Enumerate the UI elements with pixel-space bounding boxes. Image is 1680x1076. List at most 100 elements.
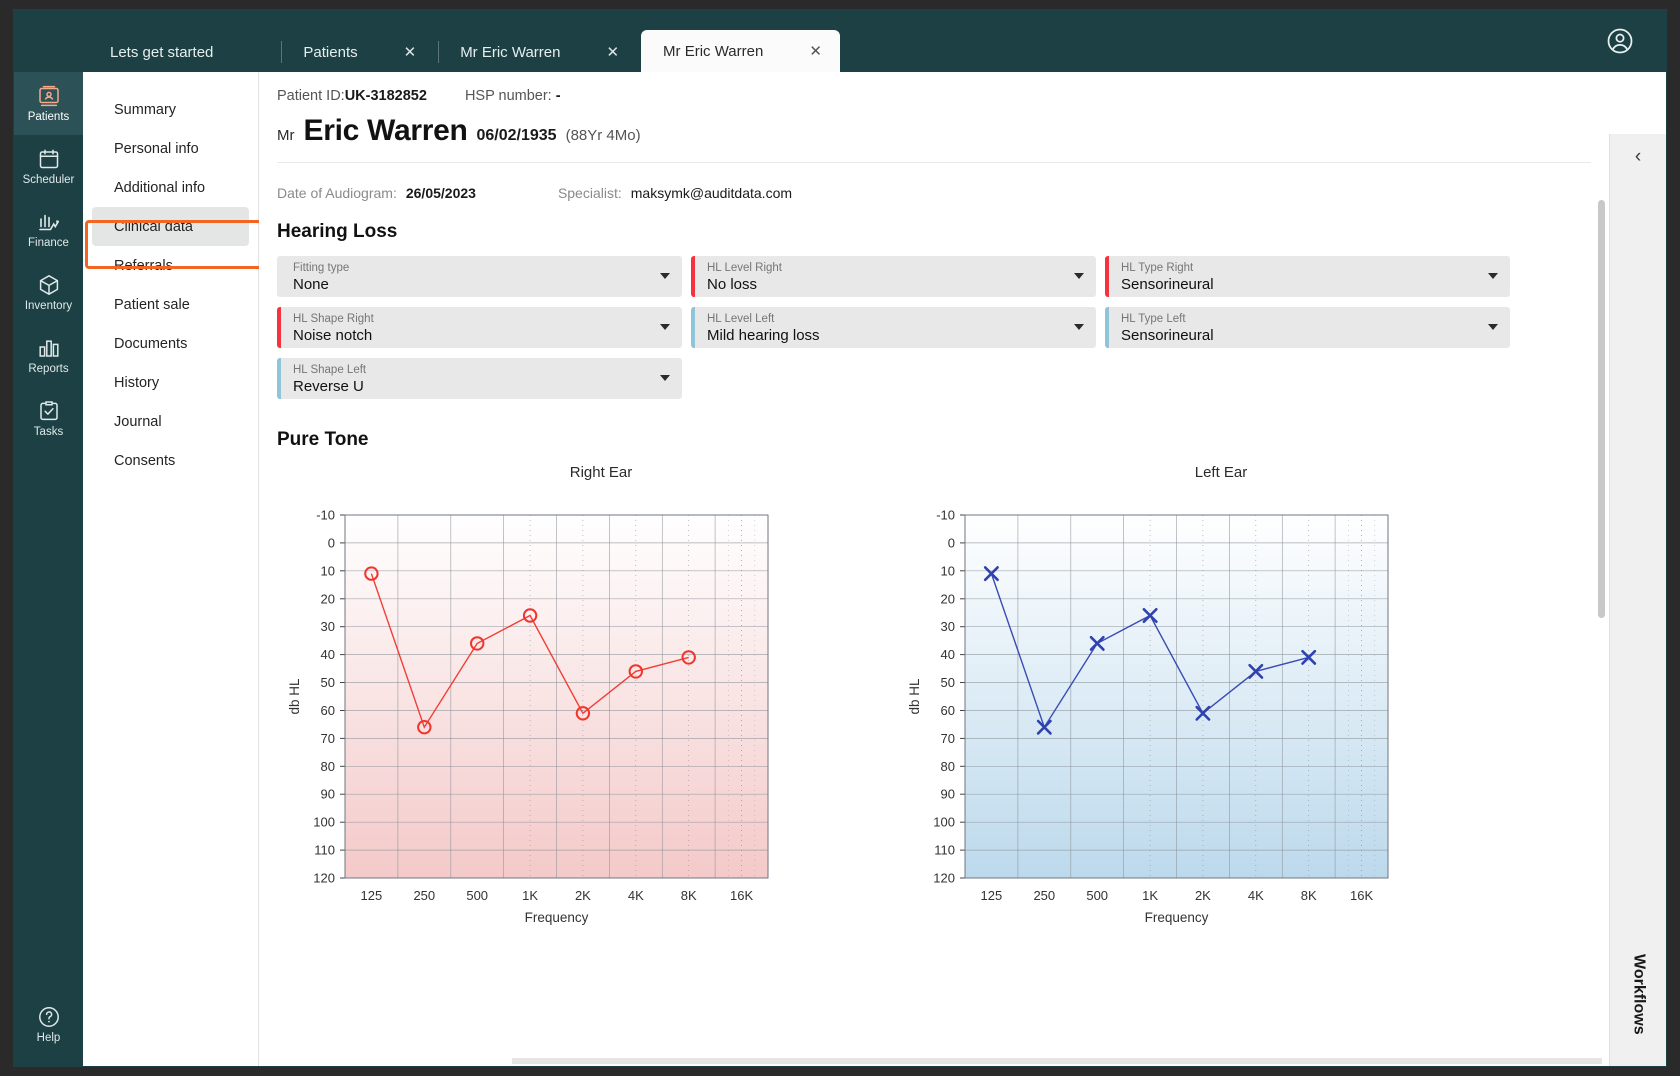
field-hl-type-right[interactable]: HL Type RightSensorineural [1105,256,1510,297]
chart-left-ear-plot[interactable]: -100102030405060708090100110120125250500… [897,505,1517,940]
horizontal-scrollbar[interactable] [512,1058,1602,1064]
field-value: Sensorineural [1121,326,1480,345]
workflows-label-text: Workflows [1630,954,1648,1035]
subnav-item-additional-info[interactable]: Additional info [92,168,249,207]
subnav-item-patient-sale[interactable]: Patient sale [92,285,249,324]
svg-text:8K: 8K [1301,888,1317,903]
chevron-down-icon[interactable] [660,273,670,279]
field-hl-type-left[interactable]: HL Type LeftSensorineural [1105,307,1510,348]
chevron-left-icon[interactable]: ‹ [1610,134,1666,180]
subnav-item-label: History [114,375,159,391]
rail-item-help[interactable]: Help [14,993,83,1056]
subnav-item-summary[interactable]: Summary [92,90,249,129]
chevron-down-icon[interactable] [660,324,670,330]
svg-text:20: 20 [941,591,955,606]
tab-3[interactable]: Mr Eric Warren ✕ [641,30,840,72]
rail-label-reports: Reports [28,364,68,376]
close-icon[interactable]: ✕ [404,43,417,61]
subnav-item-label: Patient sale [114,297,190,313]
rail-item-inventory[interactable]: Inventory [14,261,83,324]
svg-text:1K: 1K [522,888,538,903]
rail-item-reports[interactable]: Reports [14,324,83,387]
chevron-down-icon[interactable] [660,375,670,381]
clipboard-check-icon [37,399,61,423]
field-label: HL Type Left [1121,312,1480,326]
rail-label-inventory: Inventory [25,301,72,313]
primary-nav-rail: Patients Scheduler Finance [14,72,83,1066]
svg-text:db HL: db HL [907,678,922,715]
svg-text:20: 20 [321,591,335,606]
svg-text:110: 110 [314,843,335,858]
patient-section-nav: SummaryPersonal infoAdditional infoClini… [83,72,259,1066]
field-label: HL Type Right [1121,261,1480,275]
svg-text:-10: -10 [936,508,955,523]
svg-text:16K: 16K [730,888,753,903]
field-hl-level-left[interactable]: HL Level LeftMild hearing loss [691,307,1096,348]
rail-item-patients[interactable]: Patients [14,72,83,135]
field-hl-level-right[interactable]: HL Level RightNo loss [691,256,1096,297]
patient-age: (88Yr 4Mo) [566,127,641,144]
clinical-data-panel: Patient ID:UK-3182852 HSP number: - Mr E… [259,72,1609,1066]
tab-label: Mr Eric Warren [663,43,763,60]
subnav-item-journal[interactable]: Journal [92,402,249,441]
tab-label: Lets get started [110,44,213,61]
chevron-down-icon[interactable] [1074,324,1084,330]
patient-section-nav-list: SummaryPersonal infoAdditional infoClini… [83,90,258,480]
close-icon[interactable]: ✕ [809,42,822,60]
svg-text:125: 125 [981,888,1003,903]
tab-label: Mr Eric Warren [460,44,560,61]
svg-text:120: 120 [933,871,955,886]
account-circle-icon[interactable] [1605,26,1635,56]
finance-chart-icon [37,210,61,234]
date-of-audiogram-value: 26/05/2023 [406,185,476,201]
tab-1[interactable]: Patients✕ [281,32,438,72]
field-value: No loss [707,275,1066,294]
subnav-item-referrals[interactable]: Referrals [92,246,249,285]
specialist-value: maksymk@auditdata.com [631,185,792,201]
rail-item-scheduler[interactable]: Scheduler [14,135,83,198]
ear-stripe-right [691,256,695,297]
ear-stripe-right [1105,256,1109,297]
svg-text:50: 50 [321,675,335,690]
tab-0[interactable]: Lets get started [14,32,281,72]
field-value: Noise notch [293,326,652,345]
chevron-down-icon[interactable] [1488,273,1498,279]
workflows-label[interactable]: Workflows [1610,954,1666,1040]
svg-text:0: 0 [328,535,335,550]
subnav-item-history[interactable]: History [92,363,249,402]
patient-name-row: Mr Eric Warren 06/02/1935 (88Yr 4Mo) [277,114,1591,163]
chart-right-ear-plot[interactable]: -100102030405060708090100110120125250500… [277,505,897,940]
field-hl-shape-left[interactable]: HL Shape LeftReverse U [277,358,682,399]
svg-text:30: 30 [321,619,335,634]
ear-stripe-left [1105,307,1109,348]
tab-separator [438,41,439,63]
patient-id-value: UK-3182852 [345,88,427,104]
chevron-down-icon[interactable] [1074,273,1084,279]
bar-chart-icon [37,336,61,360]
close-icon[interactable]: ✕ [606,43,619,61]
subnav-item-clinical-data[interactable]: Clinical data [92,207,249,246]
svg-text:500: 500 [1086,888,1108,903]
rail-item-tasks[interactable]: Tasks [14,387,83,450]
field-hl-shape-right[interactable]: HL Shape RightNoise notch [277,307,682,348]
field-label: HL Level Left [707,312,1066,326]
field-fitting-type[interactable]: Fitting typeNone [277,256,682,297]
tab-2[interactable]: Mr Eric Warren ✕ [438,32,641,72]
svg-text:500: 500 [466,888,488,903]
svg-text:250: 250 [1033,888,1055,903]
main-content: Patient ID:UK-3182852 HSP number: - Mr E… [259,72,1666,1066]
subnav-item-personal-info[interactable]: Personal info [92,129,249,168]
chart-left-ear-title: Left Ear [925,464,1517,481]
svg-text:10: 10 [941,563,955,578]
svg-text:-10: -10 [316,508,335,523]
subnav-item-consents[interactable]: Consents [92,441,249,480]
chart-right-ear: Right Ear -10010203040506070809010011012… [277,464,897,940]
patient-id-row: Patient ID:UK-3182852 HSP number: - [277,88,1609,104]
hearing-loss-fields: Fitting typeNoneHL Level RightNo lossHL … [277,256,1591,399]
rail-item-finance[interactable]: Finance [14,198,83,261]
chevron-down-icon[interactable] [1488,324,1498,330]
vertical-scrollbar-thumb[interactable] [1598,200,1605,618]
subnav-item-documents[interactable]: Documents [92,324,249,363]
application-window: Lets get startedPatients✕Mr Eric Warren✕… [14,10,1666,1066]
subnav-item-label: Consents [114,453,175,469]
